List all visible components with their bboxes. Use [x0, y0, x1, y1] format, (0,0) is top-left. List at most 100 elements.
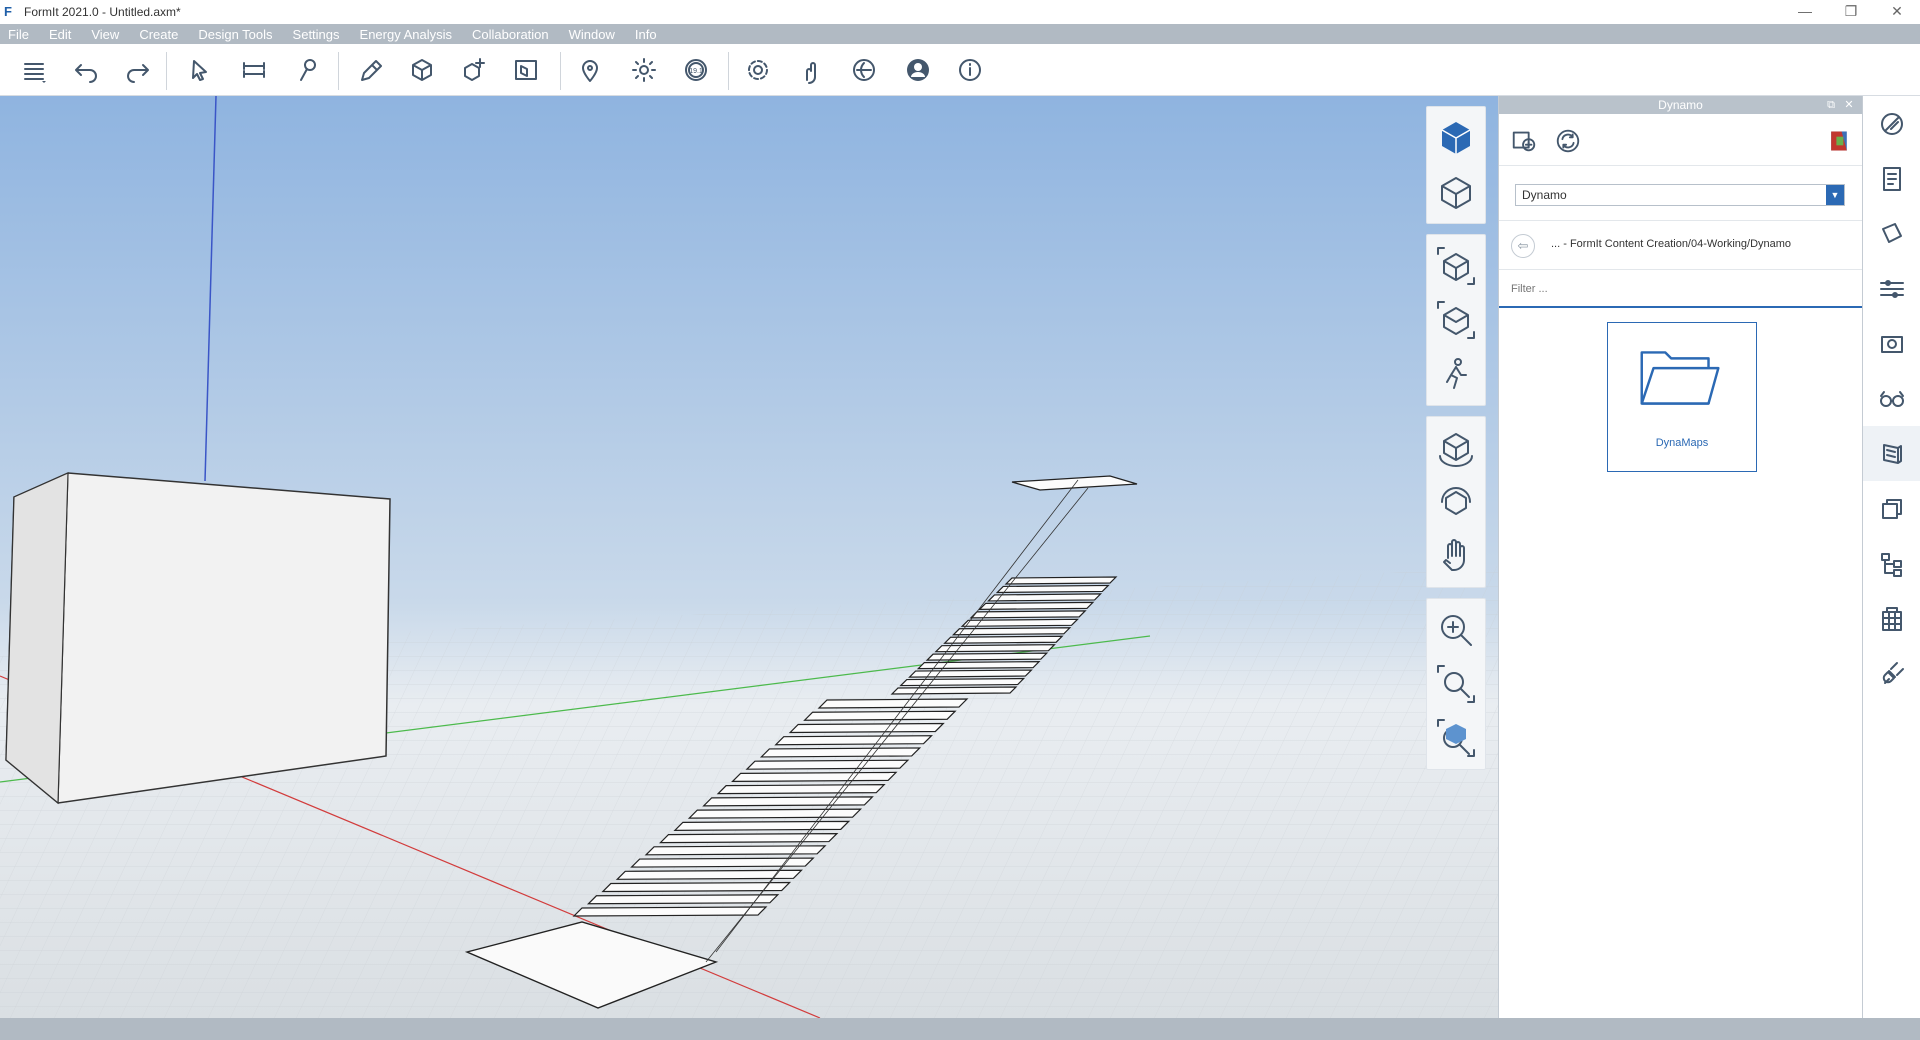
stair-tread[interactable] [659, 832, 839, 844]
stair-tread[interactable] [890, 686, 1018, 695]
view-3d-icon[interactable] [1427, 239, 1485, 293]
stair-tread[interactable] [716, 784, 886, 795]
stair-tread[interactable] [788, 722, 945, 734]
stair-tread[interactable] [673, 820, 851, 831]
close-button[interactable]: ✕ [1874, 0, 1920, 22]
box-solid[interactable] [5, 472, 391, 805]
materials-icon[interactable] [1863, 206, 1920, 261]
look-icon[interactable] [1427, 475, 1485, 529]
share-icon[interactable] [846, 52, 882, 88]
select-icon[interactable] [182, 52, 218, 88]
stair-tread[interactable] [817, 698, 969, 709]
stair-tread[interactable] [986, 593, 1103, 602]
panel-title: Dynamo [1658, 98, 1703, 112]
view-top-icon[interactable] [1427, 293, 1485, 347]
section-icon[interactable] [508, 52, 544, 88]
group-icon[interactable] [456, 52, 492, 88]
stair-tread[interactable] [759, 747, 922, 758]
menu-edit[interactable]: Edit [49, 27, 71, 42]
perspective-icon[interactable] [1427, 111, 1485, 165]
orthographic-icon[interactable] [1427, 165, 1485, 219]
menu-window[interactable]: Window [569, 27, 615, 42]
menu-view[interactable]: View [91, 27, 119, 42]
content-library-icon[interactable] [1863, 591, 1920, 646]
restore-button[interactable]: ❐ [1828, 0, 1874, 22]
dynamo-logo-icon[interactable] [1824, 126, 1854, 156]
undo-icon[interactable] [68, 52, 104, 88]
stair-tread[interactable] [803, 710, 957, 721]
zoom-region-icon[interactable] [1427, 657, 1485, 711]
view-bar [1426, 106, 1486, 780]
paint-icon[interactable] [290, 52, 326, 88]
stair-tread[interactable] [978, 601, 1095, 610]
dynamo-icon[interactable] [1863, 426, 1920, 481]
window-controls: — ❐ ✕ [1782, 0, 1920, 24]
sun-icon[interactable] [626, 52, 662, 88]
library-select[interactable]: Dynamo ▼ [1515, 184, 1845, 206]
stair-tread[interactable] [943, 635, 1064, 644]
menu-file[interactable]: File [8, 27, 29, 42]
scene-canvas[interactable] [0, 96, 1498, 1018]
redo-icon[interactable] [120, 52, 156, 88]
folder-icon [1640, 351, 1720, 405]
zoom-group [1426, 598, 1486, 770]
filter-bar [1499, 274, 1863, 308]
weather-icon[interactable]: 19.1 [678, 52, 714, 88]
info-icon[interactable] [952, 52, 988, 88]
groups-tree-icon[interactable] [1863, 536, 1920, 591]
stair-tread[interactable] [745, 759, 910, 770]
levels-icon[interactable] [1863, 261, 1920, 316]
walk-icon[interactable] [1427, 347, 1485, 401]
sketch-icon[interactable] [352, 52, 388, 88]
toolbar-divider [338, 52, 339, 90]
pan-icon[interactable] [1427, 529, 1485, 583]
menu-settings[interactable]: Settings [293, 27, 340, 42]
touch-icon[interactable] [792, 52, 828, 88]
measure-icon[interactable] [236, 52, 272, 88]
new-graph-icon[interactable] [1509, 126, 1539, 156]
stair-tread[interactable] [934, 644, 1056, 653]
stair-tread[interactable] [687, 808, 863, 819]
settings-icon[interactable] [740, 52, 776, 88]
orbit-icon[interactable] [1427, 421, 1485, 475]
menu-info[interactable]: Info [635, 27, 657, 42]
visual-styles-icon[interactable] [1863, 371, 1920, 426]
plugins-icon[interactable] [1863, 646, 1920, 701]
menu-energy-analysis[interactable]: Energy Analysis [360, 27, 453, 42]
stair-tread[interactable] [774, 735, 933, 746]
minimize-button[interactable]: — [1782, 0, 1828, 22]
stair-tread[interactable] [731, 771, 898, 783]
3d-viewport[interactable] [0, 96, 1498, 1018]
menu-create[interactable]: Create [139, 27, 178, 42]
layers-panel-icon[interactable] [1863, 481, 1920, 536]
formit-logo-icon: F [4, 4, 12, 19]
profile-icon[interactable] [900, 52, 936, 88]
zoom-icon[interactable] [1427, 603, 1485, 657]
scenes-icon[interactable] [1863, 316, 1920, 371]
stair-tread[interactable] [925, 652, 1049, 661]
layers-icon[interactable] [16, 52, 52, 88]
properties-icon[interactable] [1863, 96, 1920, 151]
stair-tread[interactable] [601, 881, 792, 893]
menu-design-tools[interactable]: Design Tools [198, 27, 272, 42]
menu-collaboration[interactable]: Collaboration [472, 27, 549, 42]
stair-tread[interactable] [702, 796, 874, 807]
cube-icon[interactable] [404, 52, 440, 88]
object-props-icon[interactable] [1863, 151, 1920, 206]
main-toolbar: 19.1 [0, 44, 1920, 96]
back-arrow-icon[interactable]: ⇦ [1511, 234, 1535, 258]
location-icon[interactable] [572, 52, 608, 88]
stair-tread[interactable] [995, 584, 1110, 594]
stair-tread[interactable] [586, 894, 780, 905]
dynamo-toolbar [1499, 114, 1862, 166]
filter-input[interactable] [1499, 274, 1839, 304]
stair-tread[interactable] [572, 906, 768, 917]
stair-tread[interactable] [899, 677, 1026, 687]
stair-tread[interactable] [1004, 576, 1118, 585]
folder-tile[interactable]: DynaMaps [1607, 322, 1757, 472]
undock-button[interactable]: ⧉ [1822, 96, 1840, 114]
refresh-icon[interactable] [1553, 126, 1583, 156]
zoom-extents-icon[interactable] [1427, 711, 1485, 765]
panel-close-button[interactable]: ✕ [1840, 96, 1858, 114]
chevron-down-icon[interactable]: ▼ [1826, 185, 1844, 205]
